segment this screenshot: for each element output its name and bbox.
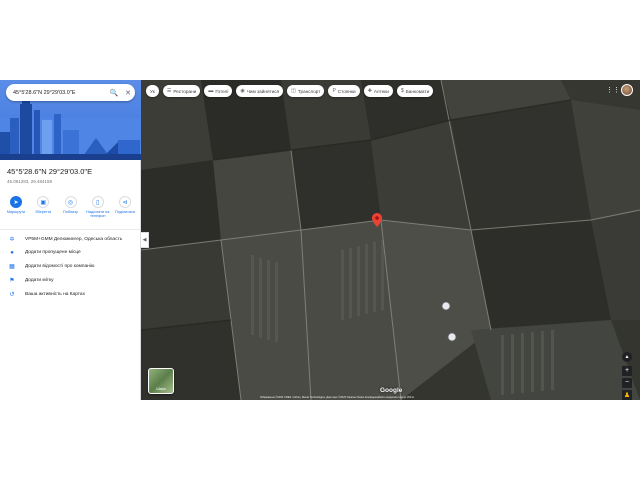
info-row-plus-code[interactable]: ✡ VP5M+GMM Делюжингер, Одеська область [0,233,141,246]
chip-label: Транспорт [297,88,321,94]
search-box[interactable]: 45°5'28.6"N 29°29'03.0"E 🔍 ✕ [6,84,135,101]
layers-button[interactable]: Шари [148,368,174,394]
place-decimal-coords: 45.091283, 29.484159 [7,179,53,184]
label-icon: ⚑ [9,278,15,284]
close-icon[interactable]: ✕ [121,84,135,101]
zoom-out-button[interactable]: − [622,378,632,388]
info-row-text: Ваша активність на Картах [25,292,85,297]
info-row-text: Додати мітку [25,278,54,283]
info-row-text: Додати відомості про компанію [25,264,95,269]
poi-marker[interactable] [441,301,451,311]
divider [0,229,141,230]
chip-transport[interactable]: ◫ Транспорт [287,85,325,97]
satellite-imagery [141,80,640,400]
info-row-add-label[interactable]: ⚑ Додати мітку [0,274,141,287]
apps-grid-icon[interactable]: ⋮⋮⋮ [606,86,627,96]
map-attribution: Зображення ©2023 CNES / Airbus, Maxar Te… [260,396,414,399]
chip-atms[interactable]: $ Банкомати [396,85,434,97]
fork-icon: ☰ [166,88,172,94]
bookmark-icon: ▣ [37,196,50,208]
chip-label: Банкомати [405,88,430,94]
atm-icon: $ [400,88,404,94]
chip-hotels[interactable]: ▬ Готелі [204,85,233,97]
chip-label: Готелі [215,88,229,94]
phone-icon: ▯ [91,196,104,208]
chip-parking[interactable]: P Стоянки [328,85,360,97]
directions-label: Маршрути [6,210,26,214]
search-input[interactable]: 45°5'28.6"N 29°29'03.0"E [13,90,107,96]
pin-icon: ● [10,249,14,256]
bus-icon: ◫ [291,88,296,94]
google-logo: Google [380,387,403,394]
business-icon: ▦ [9,264,15,270]
history-icon: ↺ [9,292,15,298]
parking-icon: P [332,88,336,94]
map-controls: ▲ + − ♟ [620,352,634,400]
chip-label: Аптеки [373,88,389,94]
maps-window: 45°5'28.6"N 29°29'03.0"E 🔍 ✕ 45°5'28.6"N… [0,80,640,400]
nearby-label: Поблизу [63,210,78,214]
compass-icon[interactable]: ▲ [622,352,632,362]
pharmacy-icon: ✚ [367,88,372,94]
collapse-panel-button[interactable]: ◀ [141,232,149,248]
nearby-icon: ◎ [64,196,77,208]
send-to-phone-button[interactable]: ▯ Надіслати на телефон [86,196,110,219]
chip-things-to-do[interactable]: ◉ Чим зайнятися [236,85,284,97]
zoom-in-button[interactable]: + [622,366,632,376]
language-label: Ук [150,88,155,94]
info-row-text: VP5M+GMM Делюжингер, Одеська область [25,237,123,242]
share-button[interactable]: ⊲ Поділитися [113,196,137,219]
action-bar: ➤ Маршрути ▣ Зберегти ◎ Поблизу ▯ Надісл… [4,196,137,219]
info-row-text: Додати пропущене місце [25,250,81,255]
place-title: 45°5'28.6"N 29°29'03.0"E [7,167,93,176]
nearby-button[interactable]: ◎ Поблизу [59,196,83,219]
send-to-phone-label: Надіслати на телефон [86,210,110,219]
save-label: Зберегти [35,210,52,214]
share-icon: ⊲ [119,196,131,208]
directions-icon: ➤ [10,196,22,208]
poi-marker[interactable] [447,332,457,342]
language-button[interactable]: Ук [146,85,159,97]
chip-label: Ресторани [173,88,197,94]
layers-label: Шари [156,387,166,391]
chip-label: Чим зайнятися [246,88,280,94]
chip-label: Стоянки [337,88,356,94]
save-button[interactable]: ▣ Зберегти [31,196,55,219]
share-label: Поділитися [115,210,135,214]
satellite-map[interactable] [141,80,640,400]
plus-code-icon: ✡ [9,237,15,243]
chip-pharmacies[interactable]: ✚ Аптеки [363,85,393,97]
camera-icon: ◉ [240,88,245,94]
bed-icon: ▬ [208,88,214,94]
directions-button[interactable]: ➤ Маршрути [4,196,28,219]
info-row-add-business[interactable]: ▦ Додати відомості про компанію [0,260,141,273]
category-chips: Ук ☰ Ресторани ▬ Готелі ◉ Чим зайнятися ◫ Тр… [146,85,434,97]
side-panel: 45°5'28.6"N 29°29'03.0"E 🔍 ✕ 45°5'28.6"N… [0,80,141,400]
place-hero-image: 45°5'28.6"N 29°29'03.0"E 🔍 ✕ [0,80,141,160]
location-pin-icon[interactable] [372,213,382,227]
account-avatar[interactable] [621,84,633,96]
search-icon[interactable]: 🔍 [107,84,121,101]
chip-restaurants[interactable]: ☰ Ресторани [162,85,201,97]
info-row-activity[interactable]: ↺ Ваша активність на Картах [0,288,141,301]
pegman-icon[interactable]: ♟ [622,390,632,400]
info-row-add-missing-place[interactable]: ● Додати пропущене місце [0,246,141,259]
